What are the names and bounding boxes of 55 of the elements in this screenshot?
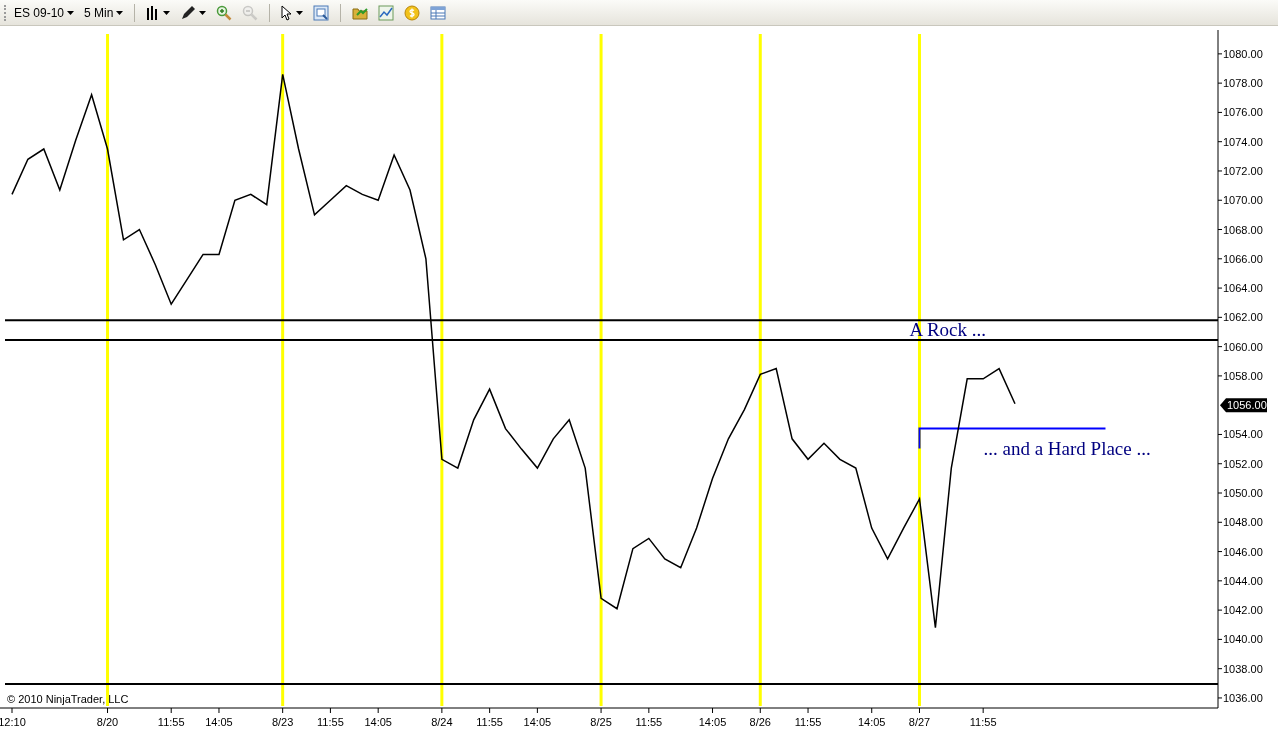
x-axis-label: 14:05	[205, 716, 233, 728]
x-axis-label: 8/27	[908, 716, 931, 728]
table-icon	[430, 4, 447, 21]
y-axis-label: 1048.00	[1223, 516, 1263, 529]
copyright-text: © 2010 NinjaTrader, LLC	[7, 693, 129, 705]
y-axis-label: 1042.00	[1223, 604, 1263, 617]
caret-icon	[116, 10, 124, 15]
annotation-text: ... and a Hard Place ...	[983, 437, 1151, 459]
toolbar-grip	[4, 4, 7, 21]
coin-icon	[404, 4, 421, 21]
x-axis-label: 14:05	[364, 716, 392, 728]
x-axis-label: 11:55	[635, 716, 663, 728]
x-axis-label: 11:55	[157, 716, 185, 728]
cursor-icon	[281, 4, 294, 21]
caret-icon	[67, 10, 75, 15]
y-axis-label: 1076.00	[1223, 106, 1263, 119]
y-axis-label: 1074.00	[1223, 135, 1263, 148]
y-axis-label: 1036.00	[1223, 691, 1263, 704]
y-axis-label: 1078.00	[1223, 77, 1263, 90]
y-axis-label: 1064.00	[1223, 282, 1263, 295]
y-axis-label: 1068.00	[1223, 223, 1263, 236]
x-axis-label: 11:55	[476, 716, 503, 728]
y-axis-label: 1038.00	[1223, 662, 1263, 675]
x-axis-label: 8/26	[749, 716, 771, 728]
x-axis-label: 8/25	[590, 716, 612, 728]
x-axis-label: 11:55	[794, 716, 822, 728]
y-axis-label: 1066.00	[1223, 252, 1263, 265]
y-axis-label: 1052.00	[1223, 457, 1263, 470]
line-chart-icon	[378, 4, 395, 21]
y-axis-label: 1070.00	[1223, 194, 1263, 207]
x-axis-label: 8/20	[96, 716, 119, 728]
y-axis-label: 1080.00	[1223, 47, 1263, 60]
y-axis-label: 1060.00	[1223, 340, 1263, 353]
x-axis-label: 11:55	[317, 716, 344, 728]
dropdown-button[interactable]: ES 09-10	[11, 1, 78, 24]
y-axis-label: 1046.00	[1223, 545, 1263, 558]
x-axis-label: 8/23	[271, 716, 294, 728]
pencil-icon	[180, 4, 197, 21]
zoom-out-icon	[242, 4, 259, 21]
price-tag: 1056.00	[1220, 398, 1267, 413]
x-axis-label: 14:05	[523, 716, 552, 728]
y-axis-label: 1040.00	[1223, 633, 1263, 646]
y-axis-label: 1044.00	[1223, 574, 1263, 587]
x-axis-label: 14:05	[857, 716, 886, 728]
x-axis-label: 11:55	[969, 716, 997, 728]
dropdown-button[interactable]: 5 Min	[81, 1, 127, 24]
y-axis-label: 1062.00	[1223, 311, 1263, 324]
x-axis-label: 14:05	[698, 716, 727, 728]
x-axis-label: 8/24	[431, 716, 453, 728]
y-axis-label: 1054.00	[1223, 428, 1263, 441]
zoom-in-icon	[216, 4, 233, 21]
y-axis-label: 1050.00	[1223, 487, 1263, 499]
y-axis-label: 1058.00	[1223, 369, 1263, 382]
y-axis-label: 1072.00	[1223, 164, 1263, 177]
properties-icon	[313, 4, 330, 21]
